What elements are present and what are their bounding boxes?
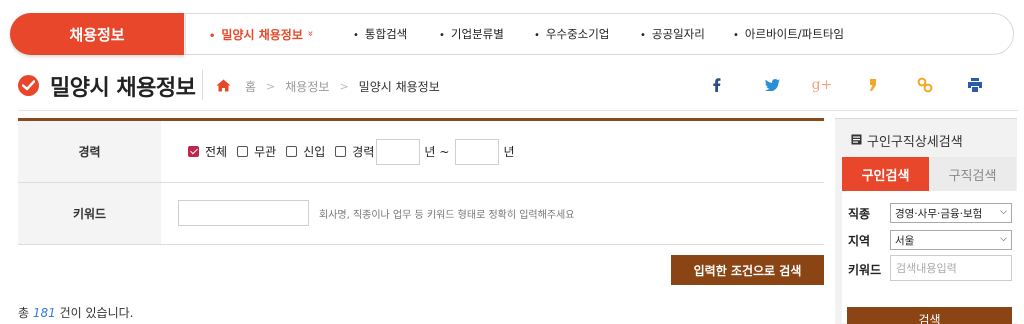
kakao-icon[interactable] [864, 76, 882, 94]
chevron-down-icon[interactable]: » [305, 30, 316, 36]
facebook-icon[interactable] [708, 76, 726, 94]
job-type-value: 경영·사무·금융·보험 [895, 207, 983, 220]
career-row: 경력 전체 무관 신입 경력 년 ~ 년 [18, 121, 824, 183]
link-icon[interactable] [916, 76, 934, 94]
nav-item-integrated-search[interactable]: 통합검색 [353, 26, 407, 42]
chevron-down-icon: ⌵ [1000, 207, 1007, 217]
breadcrumb-home[interactable]: 홈 [245, 78, 256, 95]
detail-search-panel: 구인구직상세검색 구인검색 구직검색 직종 경영·사무·금융·보험 ⌵ 지역 서… [835, 118, 1017, 324]
check-icon [18, 75, 39, 96]
career-option-new[interactable]: 신입 [286, 143, 325, 160]
checkbox-all[interactable] [188, 146, 199, 157]
panel-title: 구인구직상세검색 [851, 131, 963, 150]
keyword-row: 키워드 회사명, 직종이나 업무 등 키워드 형태로 정확히 입력해주세요 [18, 183, 824, 245]
result-prefix: 총 [18, 306, 30, 320]
career-option-all-label: 전체 [205, 145, 228, 159]
career-options: 전체 무관 신입 경력 년 ~ 년 [188, 121, 519, 182]
panel-title-text: 구인구직상세검색 [867, 135, 963, 150]
keyword-label: 키워드 [18, 183, 161, 244]
chevron-right-icon: > [266, 80, 276, 93]
top-nav-bar: 채용정보 밀양시 채용정보 » 통합검색 기업분류별 우수중소기업 공공일자리 … [10, 13, 1014, 55]
nav-item-active[interactable]: 밀양시 채용정보 [209, 26, 302, 43]
breadcrumb-jobs[interactable]: 채용정보 [285, 78, 329, 95]
nav-item-company-category[interactable]: 기업분류별 [439, 26, 504, 42]
region-select[interactable]: 서울 ⌵ [890, 230, 1012, 250]
career-option-none-label: 무관 [254, 145, 277, 159]
job-type-label: 직종 [848, 207, 871, 221]
side-keyword-placeholder: 검색내용입력 [896, 262, 957, 275]
google-plus-icon[interactable]: g+ [812, 76, 833, 94]
job-type-select[interactable]: 경영·사무·금융·보험 ⌵ [890, 203, 1012, 223]
keyword-hint: 회사명, 직종이나 업무 등 키워드 형태로 정확히 입력해주세요 [319, 210, 575, 221]
region-value: 서울 [895, 234, 915, 247]
breadcrumb: 홈 > 채용정보 > 밀양시 채용정보 [216, 78, 444, 95]
year-unit: 년 [503, 145, 515, 159]
result-count: 총 181 건이 있습니다. [18, 304, 133, 321]
checkbox-new[interactable] [286, 146, 298, 157]
region-label: 지역 [848, 234, 871, 248]
nav-item-public-jobs[interactable]: 공공일자리 [640, 26, 705, 42]
tab-job-offer-search[interactable]: 구인검색 [842, 157, 929, 191]
panel-form: 직종 경영·사무·금융·보험 ⌵ 지역 서울 ⌵ 키워드 검색내용입력 검색 [842, 191, 1017, 324]
side-keyword-input[interactable]: 검색내용입력 [890, 255, 1012, 281]
range-separator: ~ [439, 144, 450, 159]
career-option-experienced[interactable]: 경력 [335, 143, 374, 160]
career-option-none[interactable]: 무관 [237, 143, 276, 160]
year-from-input[interactable] [376, 138, 421, 165]
search-by-conditions-button[interactable]: 입력한 조건으로 검색 [671, 255, 824, 285]
print-icon[interactable] [966, 76, 984, 94]
year-unit: 년 [424, 145, 436, 159]
nav-item-sme[interactable]: 우수중소기업 [534, 26, 609, 42]
side-keyword-label: 키워드 [848, 263, 882, 277]
page-title: 밀양시 채용정보 [50, 76, 196, 101]
divider [202, 70, 203, 100]
side-search-button[interactable]: 검색 [847, 307, 1012, 324]
title-row: 밀양시 채용정보 홈 > 채용정보 > 밀양시 채용정보 g+ [18, 66, 1018, 106]
nav-item-part-time[interactable]: 아르바이트/파트타임 [733, 26, 844, 42]
document-icon [851, 133, 863, 149]
career-option-experienced-label: 경력 [352, 145, 375, 159]
checkbox-none[interactable] [237, 146, 249, 157]
career-option-new-label: 신입 [303, 145, 326, 159]
chevron-right-icon: > [339, 80, 349, 93]
twitter-icon[interactable] [763, 76, 781, 94]
checkbox-experienced[interactable] [335, 146, 347, 157]
breadcrumb-current: 밀양시 채용정보 [358, 80, 440, 94]
career-option-all[interactable]: 전체 [188, 143, 227, 160]
keyword-input[interactable] [178, 200, 309, 226]
result-suffix: 건이 있습니다. [59, 306, 134, 320]
tab-job-seeker-search[interactable]: 구직검색 [929, 157, 1016, 191]
career-label: 경력 [18, 121, 161, 182]
home-icon[interactable] [216, 79, 231, 95]
section-title-tab[interactable]: 채용정보 [10, 13, 184, 55]
result-count-number: 181 [32, 306, 56, 320]
title-underline [18, 110, 1018, 111]
year-to-input[interactable] [455, 138, 500, 165]
chevron-down-icon: ⌵ [1000, 234, 1007, 244]
